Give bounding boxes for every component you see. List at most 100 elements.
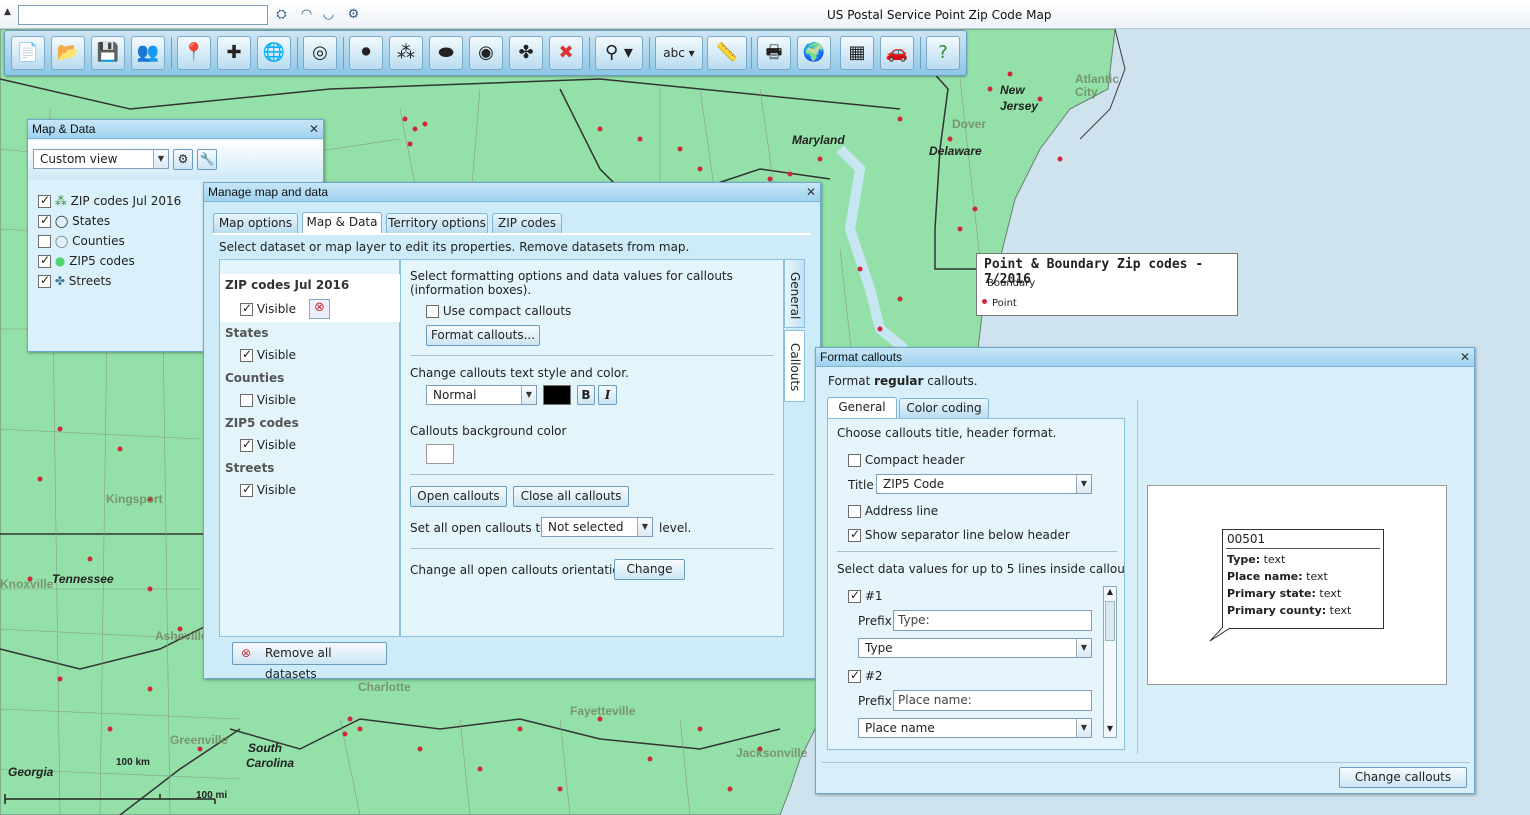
route-back-icon[interactable]: ◡ — [320, 6, 337, 23]
new-map-icon[interactable]: 📄 — [11, 36, 45, 70]
layer-item[interactable]: ⁂ ZIP codes Jul 2016 — [38, 193, 181, 214]
search-input[interactable] — [18, 5, 268, 25]
car-icon[interactable]: 🚗 — [880, 36, 914, 70]
layer-item[interactable]: ✤ Streets — [38, 273, 181, 294]
bold-button[interactable]: B — [577, 385, 595, 405]
line-1-option[interactable]: #1 — [848, 588, 883, 603]
save-icon[interactable]: 💾 — [91, 36, 125, 70]
heatmap-icon[interactable]: ◉ — [469, 36, 503, 70]
address-line-checkbox[interactable] — [848, 505, 861, 518]
add-territory-icon[interactable]: ✚ — [217, 36, 251, 70]
italic-button[interactable]: I — [598, 385, 617, 405]
visible-checkbox[interactable] — [240, 301, 253, 316]
layer-checkbox[interactable] — [38, 273, 51, 288]
change-callouts-button[interactable]: Change callouts — [1339, 767, 1467, 788]
layer-checkbox[interactable] — [38, 235, 51, 248]
dataset-visible[interactable]: Visible — [240, 437, 296, 452]
dataset-visible[interactable]: Visible — [240, 301, 296, 316]
tab-general[interactable]: General — [827, 397, 897, 418]
close-all-callouts-button[interactable]: Close all callouts — [513, 486, 629, 507]
dataset-visible[interactable]: Visible — [240, 482, 296, 497]
visible-checkbox[interactable] — [240, 347, 253, 362]
layer-checkbox[interactable] — [38, 213, 51, 228]
shape-icon[interactable]: ⬬ — [429, 36, 463, 70]
compare-icon[interactable]: ⚫ — [349, 36, 383, 70]
open-callouts-button[interactable]: Open callouts — [410, 486, 507, 507]
scroll-thumb[interactable] — [1105, 601, 1115, 641]
change-orientation-button[interactable]: Change — [614, 559, 685, 580]
label-asheville: Asheville — [155, 629, 208, 643]
remove-dataset-icon[interactable]: ⊗ — [309, 299, 330, 319]
view-settings-icon[interactable]: ⚙ — [173, 149, 193, 170]
open-icon[interactable]: 📂 — [51, 36, 85, 70]
ruler-icon[interactable]: 📏 — [707, 36, 747, 70]
layer-item[interactable]: ◯ States — [38, 213, 181, 234]
calendar-icon[interactable]: ▦ — [840, 36, 874, 70]
radius-icon[interactable]: ◎ — [303, 36, 337, 70]
layer-item[interactable]: ● ZIP5 codes — [38, 253, 181, 274]
legend-item-point: Point — [992, 298, 1017, 309]
scrollbar[interactable]: ▲ ▼ — [1103, 586, 1117, 738]
line-2-option[interactable]: #2 — [848, 668, 883, 683]
tab-color-coding[interactable]: Color coding — [899, 398, 989, 418]
side-tab-general[interactable]: General — [784, 259, 805, 328]
tools-icon[interactable]: 🔧 — [197, 149, 217, 170]
close-icon[interactable]: ✕ — [309, 120, 319, 139]
settings-gear-icon[interactable]: ⚙ — [345, 6, 362, 23]
add-pin-icon[interactable]: 📍 — [177, 36, 211, 70]
prefix-2-input[interactable]: Place name: — [893, 690, 1092, 711]
separator-checkbox[interactable] — [848, 527, 861, 542]
select-tool-icon[interactable]: ⚲ ▾ — [595, 36, 643, 70]
tab-zip-codes[interactable]: ZIP codes — [492, 213, 562, 233]
print-icon[interactable]: 🖶 — [757, 36, 791, 70]
visible-checkbox[interactable] — [240, 394, 253, 407]
binoculars-icon[interactable]: ⛭ — [273, 6, 290, 23]
web-export-icon[interactable]: 🌍 — [797, 36, 831, 70]
tab-map-data[interactable]: Map & Data — [302, 212, 382, 233]
visible-checkbox[interactable] — [240, 437, 253, 452]
title-select[interactable]: ZIP5 Code ▼ — [876, 474, 1092, 494]
delete-icon[interactable]: ✖ — [549, 36, 583, 70]
line-2-checkbox[interactable] — [848, 668, 861, 683]
cluster-icon[interactable]: ⁂ — [389, 36, 423, 70]
close-icon[interactable]: ✕ — [1460, 348, 1470, 367]
side-tab-callouts[interactable]: Callouts — [784, 330, 805, 402]
scroll-up-icon[interactable]: ▲ — [1104, 587, 1116, 600]
background-color-swatch[interactable] — [426, 444, 454, 464]
text-style-select[interactable]: Normal ▼ — [426, 385, 537, 405]
puzzle-icon[interactable]: ✤ — [509, 36, 543, 70]
collapse-icon[interactable]: ▲ — [4, 7, 11, 17]
layer-checkbox[interactable] — [38, 253, 51, 268]
line-1-checkbox[interactable] — [848, 588, 861, 603]
level-select[interactable]: Not selected ▼ — [541, 517, 653, 537]
compact-header-checkbox[interactable] — [848, 454, 861, 467]
compact-callouts-checkbox[interactable] — [426, 305, 439, 318]
route-icon[interactable]: ◠ — [298, 6, 315, 23]
dataset-visible[interactable]: Visible — [240, 347, 296, 362]
view-select[interactable]: Custom view ▼ — [33, 149, 169, 169]
address-line-option[interactable]: Address line — [848, 504, 938, 518]
text-color-swatch[interactable] — [543, 385, 571, 405]
compact-callouts-option[interactable]: Use compact callouts — [426, 304, 571, 318]
add-globe-icon[interactable]: 🌐 — [257, 36, 291, 70]
layer-item[interactable]: ◯ Counties — [38, 234, 181, 254]
close-icon[interactable]: ✕ — [806, 183, 816, 202]
visible-checkbox[interactable] — [240, 482, 253, 497]
format-callouts-button[interactable]: Format callouts... — [426, 325, 540, 346]
tab-map-options[interactable]: Map options — [213, 213, 298, 233]
remove-all-datasets-button[interactable]: ⊗ Remove all datasets — [232, 642, 387, 681]
dataset-visible[interactable]: Visible — [240, 393, 296, 407]
layer-checkbox[interactable] — [38, 193, 51, 208]
title-label: Title — [848, 478, 874, 492]
separator-option[interactable]: Show separator line below header — [848, 527, 1070, 542]
prefix-1-input[interactable]: Type: — [893, 610, 1092, 631]
scale-km: 100 km — [116, 757, 150, 768]
compact-header-option[interactable]: Compact header — [848, 453, 965, 467]
text-label-icon[interactable]: abc ▾ — [655, 36, 703, 70]
help-icon[interactable]: ? — [926, 36, 960, 70]
scroll-down-icon[interactable]: ▼ — [1104, 724, 1116, 737]
field-1-select[interactable]: Type ▼ — [858, 638, 1092, 658]
users-icon[interactable]: 👥 — [131, 36, 165, 70]
tab-territory-options[interactable]: Territory options — [386, 213, 488, 233]
field-2-select[interactable]: Place name ▼ — [858, 718, 1092, 738]
